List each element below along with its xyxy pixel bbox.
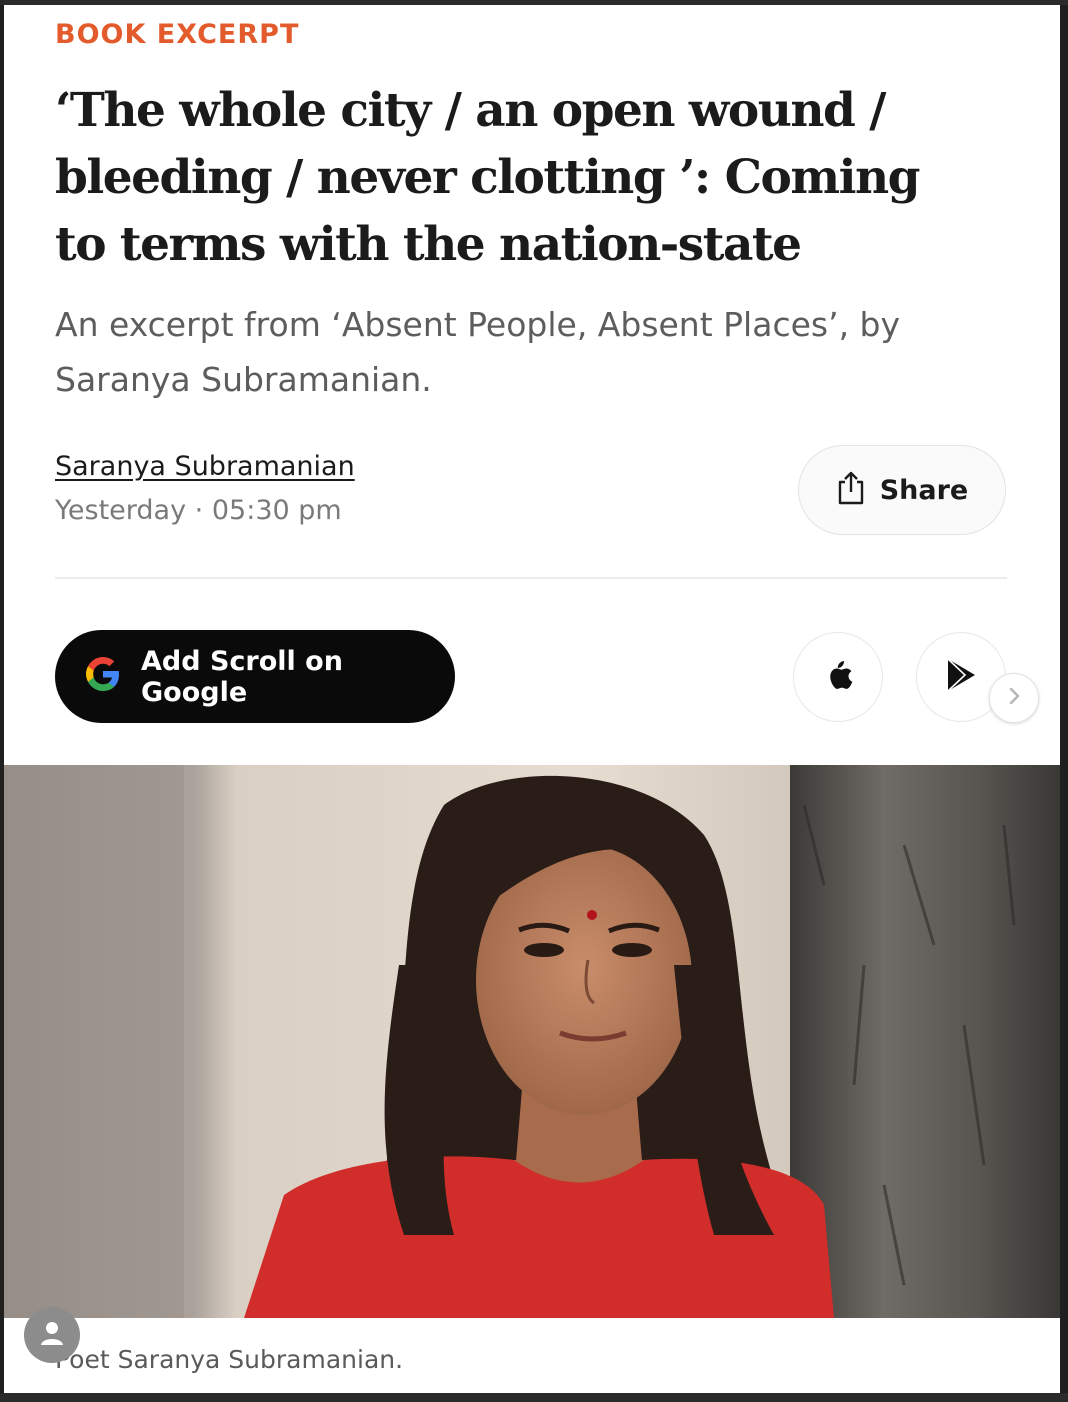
play-store-icon	[944, 657, 978, 698]
chevron-right-icon	[1006, 686, 1022, 711]
article-card: BOOK EXCERPT ‘The whole city / an open w…	[4, 5, 1060, 1393]
share-label: Share	[879, 474, 969, 506]
publish-date: Yesterday	[55, 495, 187, 526]
article-photo	[4, 765, 1060, 1318]
divider	[55, 577, 1007, 579]
share-button[interactable]: Share	[798, 445, 1006, 535]
window-bottom-edge	[0, 1393, 1068, 1402]
apple-podcasts-button[interactable]	[793, 632, 883, 722]
scroll-right-button[interactable]	[989, 673, 1039, 723]
author-link[interactable]: Saranya Subramanian	[55, 451, 355, 482]
kicker-label: BOOK EXCERPT	[55, 19, 300, 50]
meta-separator: ·	[194, 495, 204, 526]
share-icon	[836, 470, 866, 511]
apple-icon	[822, 657, 854, 698]
publish-time: 05:30 pm	[211, 495, 342, 526]
avatar[interactable]	[24, 1307, 80, 1363]
photo-caption: Poet Saranya Subramanian.	[55, 1345, 404, 1374]
google-button-label: Add Scroll on Google	[141, 645, 343, 708]
publish-meta: Yesterday · 05:30 pm	[55, 495, 342, 526]
add-scroll-on-google-button[interactable]: Add Scroll on Google	[55, 630, 455, 723]
article-headline: ‘The whole city / an open wound / bleedi…	[55, 83, 921, 272]
google-icon	[83, 654, 123, 699]
article-subheadline: An excerpt from ‘Absent People, Absent P…	[55, 305, 901, 399]
user-icon	[37, 1318, 67, 1353]
